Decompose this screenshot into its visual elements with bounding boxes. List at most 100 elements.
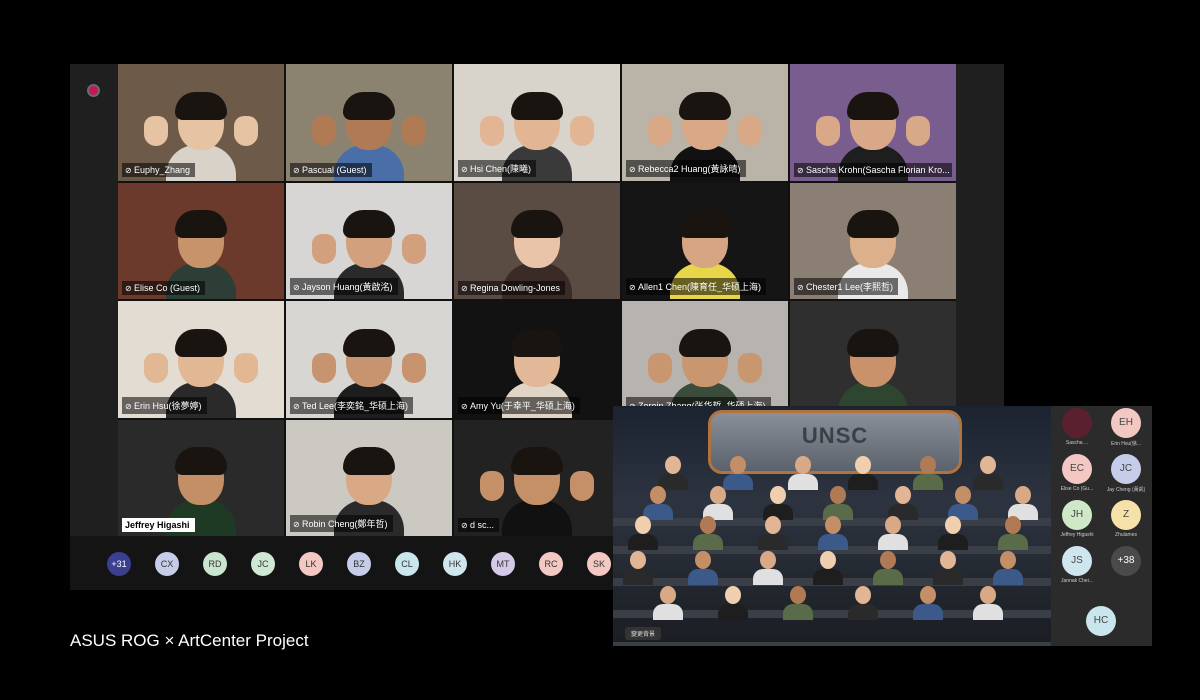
participant-face [920, 456, 936, 474]
change-background-button[interactable]: 變更背景 [625, 627, 662, 640]
video-tile[interactable]: ⊘ Ted Lee(李奕銘_华硕上海) [286, 301, 452, 418]
seated-participant [993, 551, 1023, 585]
participant-avatar[interactable]: BZ [347, 552, 371, 576]
mic-muted-icon: ⊘ [293, 520, 300, 529]
participant-avatar [1062, 408, 1092, 438]
participant-face [880, 551, 896, 569]
participant-hair [511, 328, 563, 357]
waving-hand [738, 115, 762, 146]
waving-hand [402, 115, 426, 146]
video-tile[interactable]: ⊘ Amy Yu(于幸平_华硕上海) [454, 301, 620, 418]
side-participant[interactable]: HC [1076, 606, 1126, 636]
participant-name-tag: ⊘ Hsi Chen(陳曦) [458, 159, 537, 177]
participant-name: Jayson Huang(黃啟洺) [302, 282, 393, 292]
mic-muted-icon: ⊘ [629, 283, 636, 292]
participant-hair [847, 210, 899, 238]
participant-name-tag: ⊘ Erin Hsu(徐夢婷) [122, 396, 207, 414]
waving-hand [480, 471, 504, 501]
participant-hair [679, 328, 731, 357]
mic-muted-icon: ⊘ [797, 283, 804, 292]
seated-participant [938, 516, 968, 550]
video-tile[interactable]: ⊘ Sascha Krohn(Sascha Florian Kro... [790, 64, 956, 181]
participant-face [980, 456, 996, 474]
video-tile[interactable]: ⊘ Pascual (Guest) [286, 64, 452, 181]
participant-face [700, 516, 716, 534]
teams-meeting-window: UNSC 變更背景 Sascha ... EH Erin Hsu(徐... EC Eli… [613, 406, 1152, 646]
video-tile[interactable]: ⊘ Allen1 Chen(陳育任_华硕上海) [622, 182, 788, 299]
seated-participant [753, 551, 783, 585]
participant-avatar[interactable]: MT [491, 552, 515, 576]
participant-hair [343, 91, 395, 120]
participant-name: Robin Cheng(鄭年哲) [302, 519, 388, 529]
participant-face [665, 456, 681, 474]
seated-participant [973, 586, 1003, 620]
video-tile[interactable] [790, 301, 956, 418]
participant-hair [343, 210, 395, 238]
participant-face [980, 586, 996, 604]
participant-name-tag: ⊘ Chester1 Lee(李熙哲) [794, 278, 899, 295]
side-participant[interactable]: Z Zhulames [1101, 500, 1151, 538]
participant-face [820, 551, 836, 569]
participant-avatar[interactable]: RD [203, 552, 227, 576]
video-tile[interactable]: ⊘ Hsi Chen(陳曦) [454, 64, 620, 181]
waving-hand [312, 234, 336, 264]
participant-face [855, 586, 871, 604]
video-tile[interactable]: Jeffrey Higashi [118, 419, 284, 536]
waving-hand [312, 115, 336, 146]
video-tile[interactable]: ⊘ Rebecca2 Huang(黃詠晴) [622, 64, 788, 181]
participant-avatar[interactable]: RC [539, 552, 563, 576]
side-participant[interactable]: JH Jeffrey Higashi [1052, 500, 1102, 538]
participant-body [913, 604, 943, 620]
participant-hair [175, 328, 227, 357]
participant-avatar[interactable]: LK [299, 552, 323, 576]
participant-avatar[interactable]: +31 [107, 552, 131, 576]
video-tile[interactable]: ⊘ Elise Co (Guest) [118, 182, 284, 299]
seated-participant [913, 456, 943, 490]
participant-avatar[interactable]: CL [395, 552, 419, 576]
waving-hand [570, 471, 594, 501]
participant-name: Chester1 Lee(李熙哲) [806, 282, 894, 292]
video-tile[interactable]: ⊘ Regina Dowling-Jones [454, 182, 620, 299]
participants-side-panel: Sascha ... EH Erin Hsu(徐... EC Elise Co (Gu.… [1051, 406, 1152, 646]
video-tile[interactable]: ⊘ Euphy_Zhang [118, 64, 284, 181]
waving-hand [402, 234, 426, 264]
participant-name: Ted Lee(李奕銘_华硕上海) [302, 400, 409, 411]
participant-name-tag: ⊘ Elise Co (Guest) [122, 281, 206, 295]
side-participant[interactable]: +38 [1101, 546, 1151, 576]
participant-hair [175, 91, 227, 120]
seated-participant [658, 456, 688, 490]
waving-hand [738, 352, 762, 383]
participant-name: Elise Co (Guest) [134, 283, 201, 293]
seat-row [613, 642, 1051, 646]
video-tile[interactable]: ⊘ d sc... [454, 419, 620, 536]
seated-participant [878, 516, 908, 550]
video-tile[interactable]: ⊘Zeroin Zhang(张华哲_华硕上海) [622, 301, 788, 418]
video-tile[interactable]: ⊘ Jayson Huang(黃啟洺) [286, 182, 452, 299]
mic-muted-icon: ⊘ [125, 165, 132, 175]
participant-body [848, 604, 878, 620]
seated-participant [913, 586, 943, 620]
participant-name-tag: ⊘ Sascha Krohn(Sascha Florian Kro... [794, 162, 952, 177]
seated-participant [848, 586, 878, 620]
participant-torso [502, 500, 572, 536]
participant-avatar[interactable]: CX [155, 552, 179, 576]
side-participant[interactable]: EC Elise Co (Gu... [1052, 454, 1102, 492]
participant-avatar[interactable]: JC [251, 552, 275, 576]
side-participant[interactable]: JS Jannak Chei... [1052, 546, 1102, 584]
participant-face [650, 486, 666, 504]
video-tile[interactable]: ⊘ Robin Cheng(鄭年哲) [286, 419, 452, 536]
participant-video [480, 447, 594, 536]
side-participant[interactable]: EH Erin Hsu(徐... [1101, 408, 1151, 447]
participant-name: Zhulames [1115, 532, 1137, 538]
participant-face [885, 516, 901, 534]
video-tile[interactable]: ⊘ Chester1 Lee(李熙哲) [790, 182, 956, 299]
participant-hair [175, 210, 227, 238]
side-participant[interactable]: Sascha ... [1052, 408, 1102, 446]
side-participant[interactable]: JC Jay Cheng (黃凱) [1101, 454, 1151, 493]
participant-avatar[interactable]: HK [443, 552, 467, 576]
video-tile[interactable]: ⊘ Erin Hsu(徐夢婷) [118, 301, 284, 418]
participant-avatar[interactable]: SK [587, 552, 611, 576]
participant-name: Jeffrey Higashi [1060, 532, 1094, 538]
participant-name: Pascual (Guest) [302, 164, 367, 175]
participant-name: Sascha Krohn(Sascha Florian Kro... [806, 164, 950, 175]
